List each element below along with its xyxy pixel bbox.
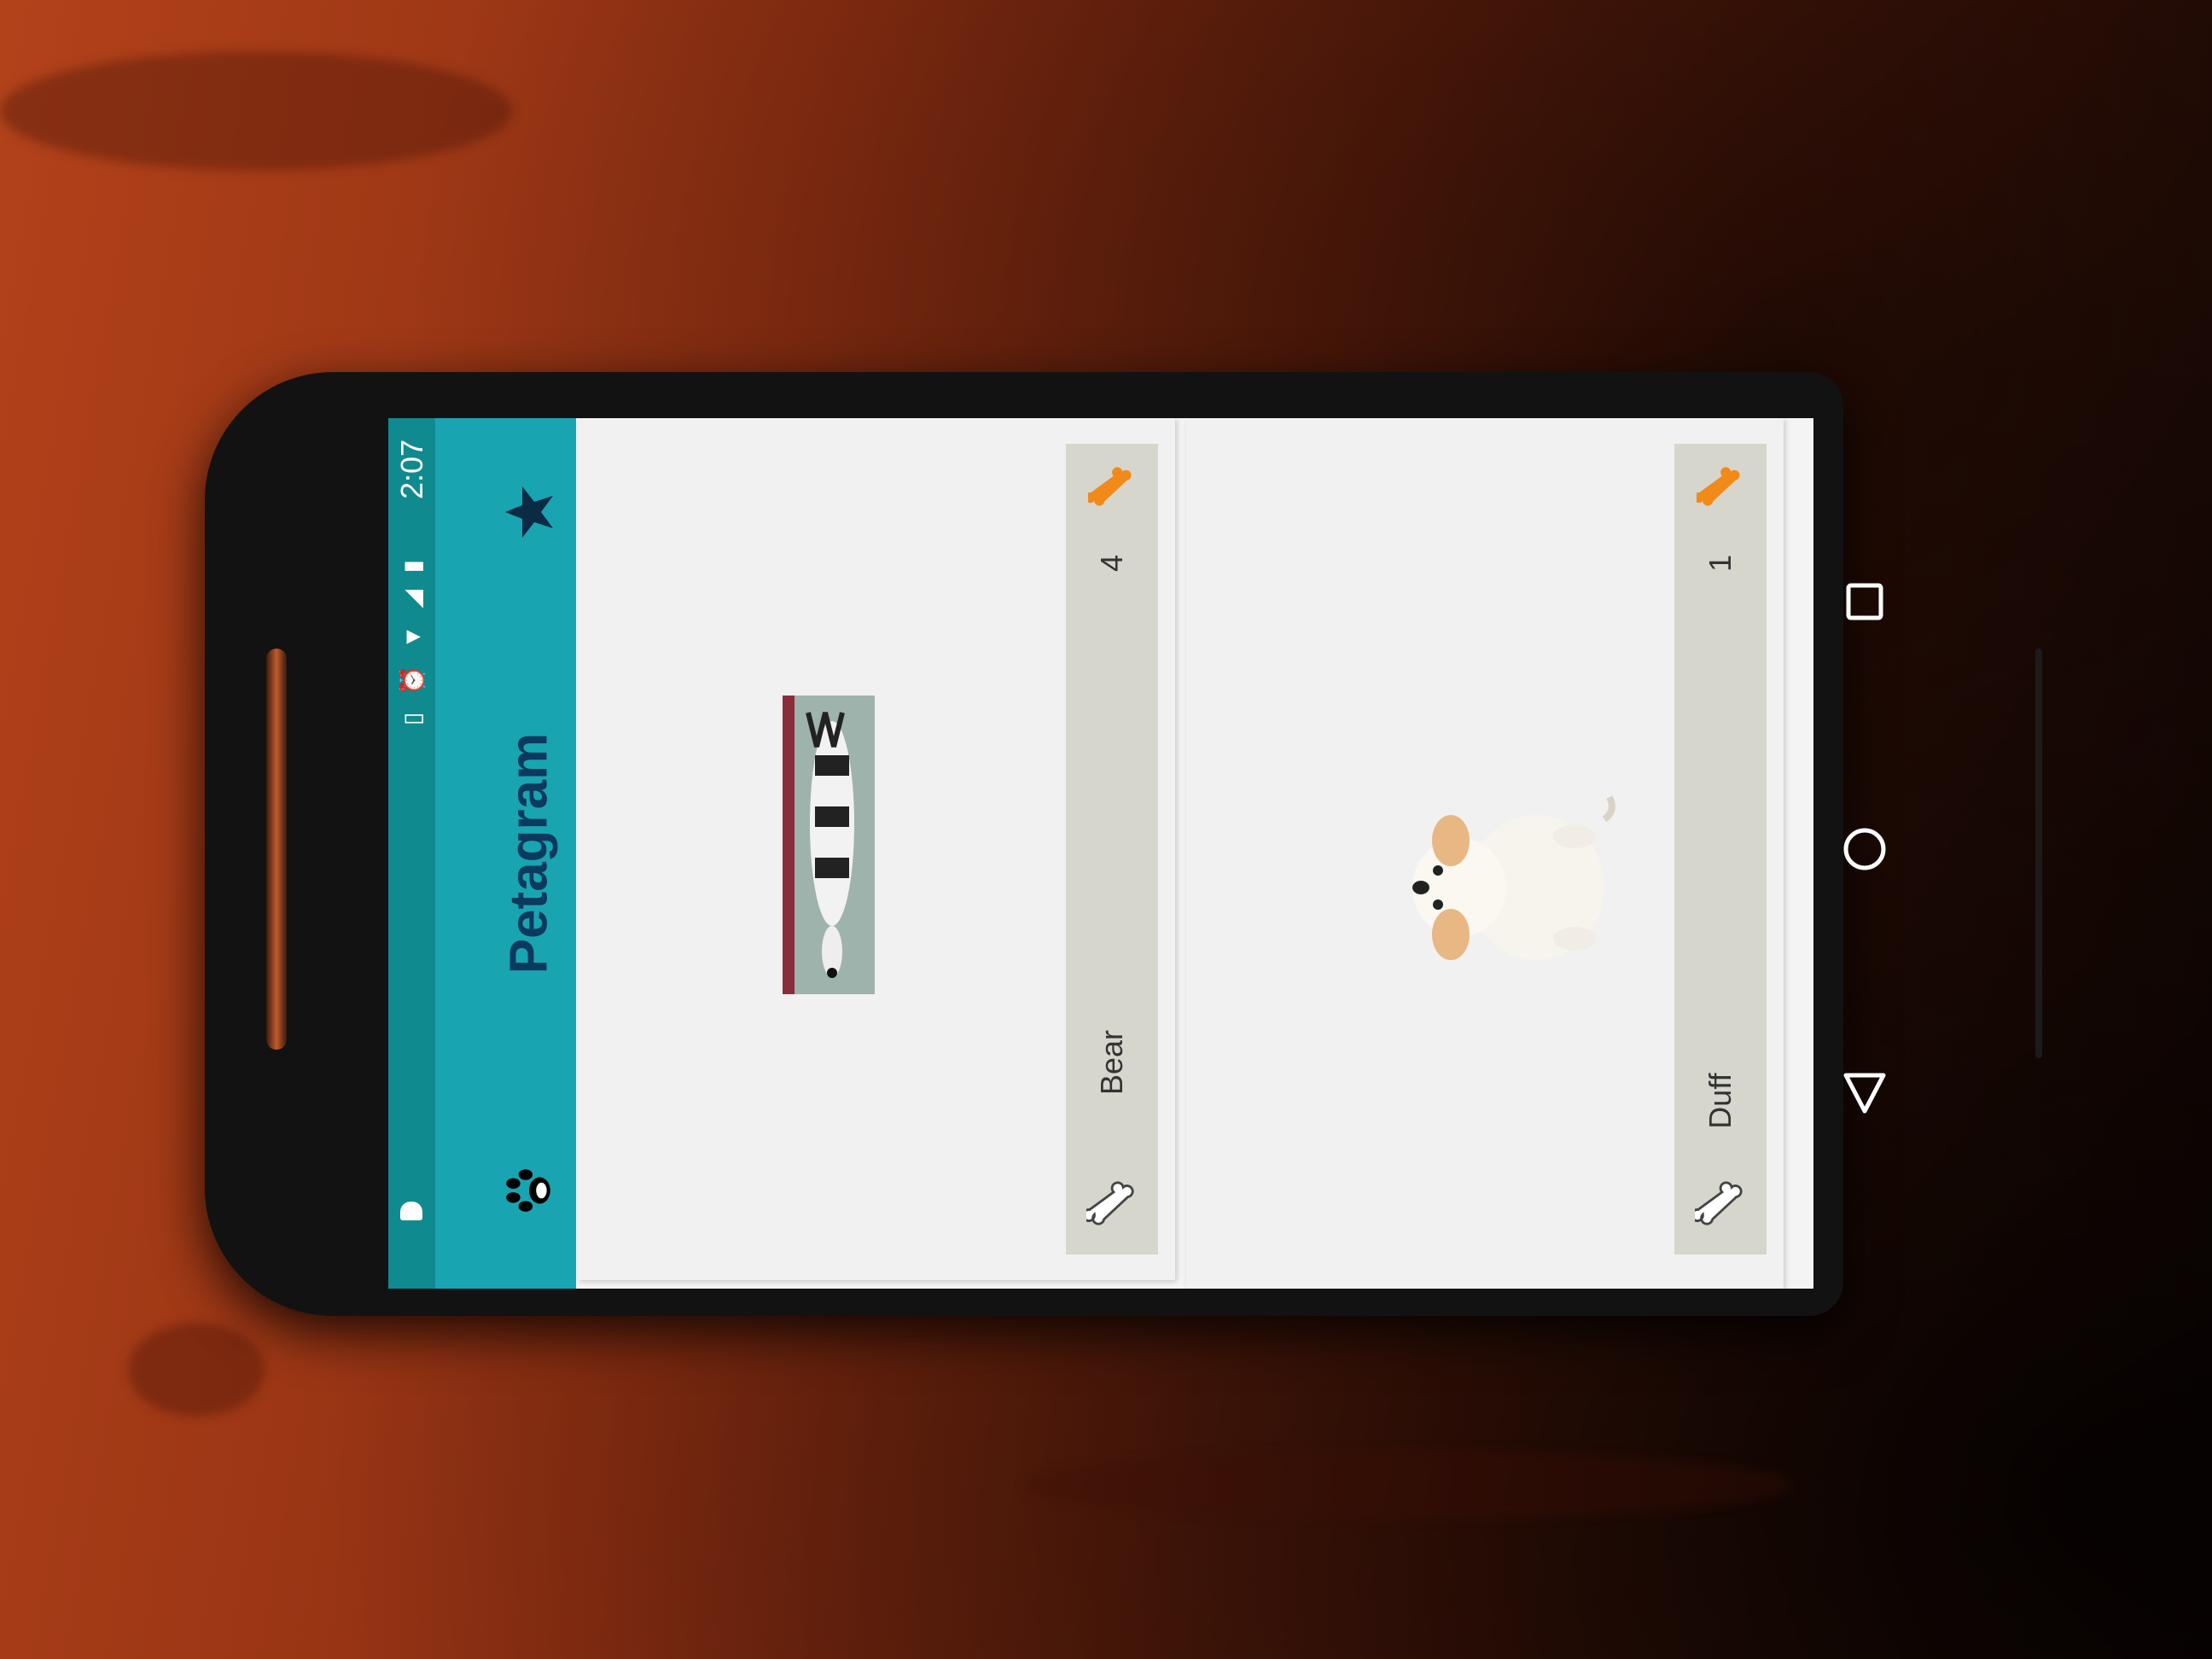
bone-outline-icon[interactable] bbox=[1086, 1178, 1138, 1229]
bone-rating-icon bbox=[1088, 467, 1132, 506]
pet-card: Bear 4 bbox=[578, 418, 1175, 1280]
phone-speaker bbox=[266, 649, 287, 1050]
pet-like-count: 1 bbox=[1703, 554, 1738, 573]
vibrate-icon: ▯ bbox=[399, 707, 426, 726]
home-icon[interactable] bbox=[1841, 825, 1889, 873]
pet-card-footer: Duff 1 bbox=[1674, 444, 1767, 1254]
bone-rating-icon bbox=[1697, 467, 1740, 506]
app-title: Petagram bbox=[499, 732, 559, 975]
status-bar: 2:07 ▯ ⏰ ▼ ◢ ▮ bbox=[388, 418, 435, 1289]
pet-name: Duff bbox=[1703, 1073, 1738, 1129]
app-screen: 2:07 ▯ ⏰ ▼ ◢ ▮ Petagram Bear 4 Duff 1 bbox=[388, 418, 1813, 1289]
paw-icon[interactable] bbox=[501, 1162, 557, 1219]
android-icon bbox=[400, 1202, 422, 1220]
bone-outline-icon[interactable] bbox=[1695, 1178, 1746, 1229]
star-icon[interactable] bbox=[502, 485, 556, 539]
pet-card: Duff 1 bbox=[1186, 418, 1784, 1289]
recents-icon[interactable] bbox=[1843, 580, 1886, 623]
status-icons: ▯ ⏰ ▼ ◢ ▮ bbox=[399, 555, 427, 725]
battery-charging-icon: ▮ bbox=[399, 554, 426, 573]
wifi-icon: ▼ bbox=[399, 620, 426, 649]
alarm-icon: ⏰ bbox=[399, 660, 426, 696]
navigation-bar bbox=[1813, 418, 1916, 1289]
back-icon[interactable] bbox=[1841, 1068, 1889, 1116]
dog-lying-photo bbox=[783, 696, 875, 994]
puppy-sitting-photo bbox=[1357, 742, 1630, 1016]
signal-icon: ◢ bbox=[399, 585, 426, 608]
phone-side-slot bbox=[2035, 649, 2042, 1058]
app-toolbar: Petagram bbox=[435, 418, 576, 1289]
pet-like-count: 4 bbox=[1094, 554, 1129, 573]
pet-card-footer: Bear 4 bbox=[1066, 444, 1158, 1254]
pet-name: Bear bbox=[1094, 1029, 1129, 1096]
status-time: 2:07 bbox=[394, 439, 429, 500]
